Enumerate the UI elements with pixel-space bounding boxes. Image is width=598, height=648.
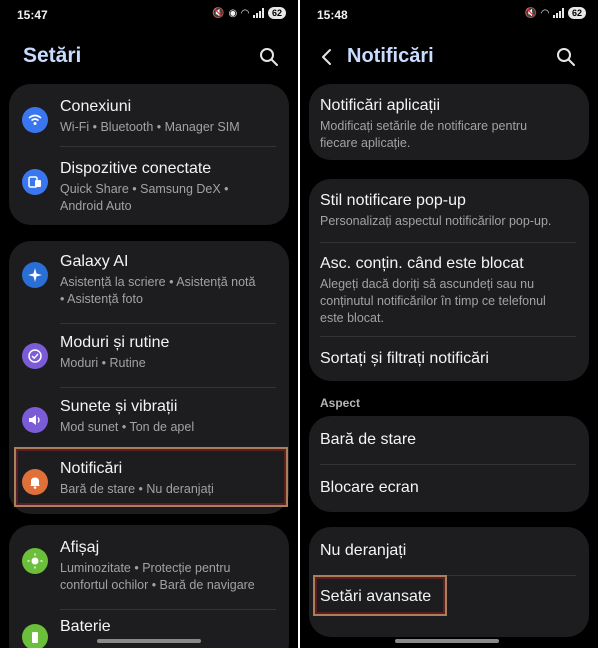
menu-item-subtitle: confortul ochilor • Bară de navigare xyxy=(60,578,255,592)
settings-screen: 15:47 🔇 ◉ ◠ 62 Setări Conexiuni Wi-Fi • B… xyxy=(0,0,298,648)
menu-item-subtitle: Quick Share • Samsung DeX • xyxy=(60,182,229,196)
wifi-icon xyxy=(22,107,48,133)
menu-item-subtitle: Moduri • Rutine xyxy=(60,356,146,370)
menu-item-title: Galaxy AI xyxy=(60,253,129,270)
divider xyxy=(320,242,576,243)
search-icon[interactable] xyxy=(556,47,576,67)
check-circle-icon xyxy=(22,343,48,369)
devices-icon xyxy=(22,169,48,195)
menu-item-afisaj[interactable]: Afișaj Luminozitate • Protecție pentru con… xyxy=(9,539,289,592)
highlight-notificari xyxy=(14,447,288,507)
menu-item-title: Dispozitive conectate xyxy=(60,160,212,177)
menu-item-subtitle: Mod sunet • Ton de apel xyxy=(60,420,195,434)
menu-item-sortati[interactable]: Sortați și filtrați notificări xyxy=(309,350,589,402)
menu-item-title: Sunete și vibrații xyxy=(60,398,178,415)
section-label-aspect: Aspect xyxy=(320,396,361,410)
menu-item-subtitle: Luminozitate • Protecție pentru xyxy=(60,561,231,575)
menu-item-title: Bară de stare xyxy=(320,431,417,448)
menu-item-subtitle: Android Auto xyxy=(60,199,132,213)
status-time: 15:47 xyxy=(17,8,48,22)
divider xyxy=(60,146,276,147)
menu-item-sunete[interactable]: Sunete și vibrații Mod sunet • Ton de ape… xyxy=(9,398,289,450)
status-time: 15:48 xyxy=(317,8,348,22)
menu-item-title: Nu deranjați xyxy=(320,542,407,559)
notifications-screen: 15:48 🔇 ◠ 62 Notificări Notificări aplic… xyxy=(300,0,598,648)
settings-card: Notificări aplicații Modificați setările … xyxy=(309,84,589,160)
settings-card: Afișaj Luminozitate • Protecție pentru con… xyxy=(9,525,289,648)
menu-item-subtitle: Personalizați aspectul notificărilor pop… xyxy=(320,214,552,228)
battery-status-icon: 62 xyxy=(567,7,586,19)
menu-item-stil-popup[interactable]: Stil notificare pop-up Personalizați aspe… xyxy=(309,192,589,244)
menu-item-dispozitive[interactable]: Dispozitive conectate Quick Share • Samsu… xyxy=(9,160,289,213)
status-icons: 🔇 ◠ 62 xyxy=(525,7,586,19)
back-icon[interactable] xyxy=(317,47,337,67)
menu-item-conexiuni[interactable]: Conexiuni Wi-Fi • Bluetooth • Manager SIM xyxy=(9,98,289,150)
menu-item-subtitle: Modificați setările de notificare pentru xyxy=(320,119,528,133)
sun-icon xyxy=(22,548,48,574)
speaker-icon xyxy=(22,407,48,433)
status-bar: 15:48 🔇 ◠ 62 xyxy=(300,0,598,30)
menu-item-notif-aplicatii[interactable]: Notificări aplicații Modificați setările … xyxy=(309,97,589,150)
sparkle-icon xyxy=(22,262,48,288)
search-icon[interactable] xyxy=(259,47,279,67)
home-indicator xyxy=(97,639,201,643)
divider xyxy=(60,387,276,388)
battery-status-icon: 62 xyxy=(267,7,286,19)
battery-icon xyxy=(22,624,48,648)
settings-card: Bară de stare Blocare ecran xyxy=(309,416,589,512)
wifi-status-icon: ◠ xyxy=(541,7,549,19)
settings-card: Stil notificare pop-up Personalizați aspe… xyxy=(309,179,589,381)
settings-card: Conexiuni Wi-Fi • Bluetooth • Manager SIM… xyxy=(9,84,289,225)
menu-item-subtitle: • Asistență foto xyxy=(60,292,143,306)
menu-item-subtitle: conținutul notificărilor în timp ce tele… xyxy=(320,294,546,308)
wifi-status-icon: ◠ xyxy=(241,7,249,19)
menu-item-baterie[interactable]: Baterie xyxy=(9,618,289,648)
page-title: Notificări xyxy=(347,45,434,67)
divider xyxy=(60,609,276,610)
page-title: Setări xyxy=(23,44,82,67)
divider xyxy=(60,323,276,324)
menu-item-title: Conexiuni xyxy=(60,98,132,115)
mute-icon: 🔇 xyxy=(212,7,225,19)
status-icons: 🔇 ◉ ◠ 62 xyxy=(212,7,286,19)
menu-item-title: Baterie xyxy=(60,618,111,635)
menu-item-title: Moduri și rutine xyxy=(60,334,170,351)
menu-item-subtitle: Asistență la scriere • Asistență notă xyxy=(60,275,256,289)
menu-item-bara-stare[interactable]: Bară de stare xyxy=(309,431,589,483)
menu-item-title: Asc. conțin. când este blocat xyxy=(320,255,524,272)
home-indicator xyxy=(395,639,499,643)
location-icon: ◉ xyxy=(228,7,238,19)
divider xyxy=(320,336,576,337)
menu-item-title: Notificări aplicații xyxy=(320,97,441,114)
menu-item-galaxy-ai[interactable]: Galaxy AI Asistență la scriere • Asistenț… xyxy=(9,253,289,306)
menu-item-title: Sortați și filtrați notificări xyxy=(320,350,489,367)
highlight-setari-avansate xyxy=(313,575,447,616)
menu-item-subtitle: este blocat. xyxy=(320,311,384,325)
menu-item-title: Stil notificare pop-up xyxy=(320,192,466,209)
mute-icon: 🔇 xyxy=(524,7,538,19)
menu-item-subtitle: Wi-Fi • Bluetooth • Manager SIM xyxy=(60,120,240,134)
menu-item-title: Blocare ecran xyxy=(320,479,419,496)
divider xyxy=(320,464,576,465)
menu-item-moduri[interactable]: Moduri și rutine Moduri • Rutine xyxy=(9,334,289,386)
menu-item-title: Afișaj xyxy=(60,539,100,556)
menu-item-asc-contin[interactable]: Asc. conțin. când este blocat Alegeți dac… xyxy=(309,255,589,325)
menu-item-subtitle: fiecare aplicație. xyxy=(320,136,411,150)
menu-item-blocare-ecran[interactable]: Blocare ecran xyxy=(309,479,589,531)
signal-icon xyxy=(252,8,264,18)
status-bar: 15:47 🔇 ◉ ◠ 62 xyxy=(0,0,298,30)
menu-item-subtitle: Alegeți dacă doriți să ascundeți sau nu xyxy=(320,277,535,291)
signal-icon xyxy=(552,8,564,18)
